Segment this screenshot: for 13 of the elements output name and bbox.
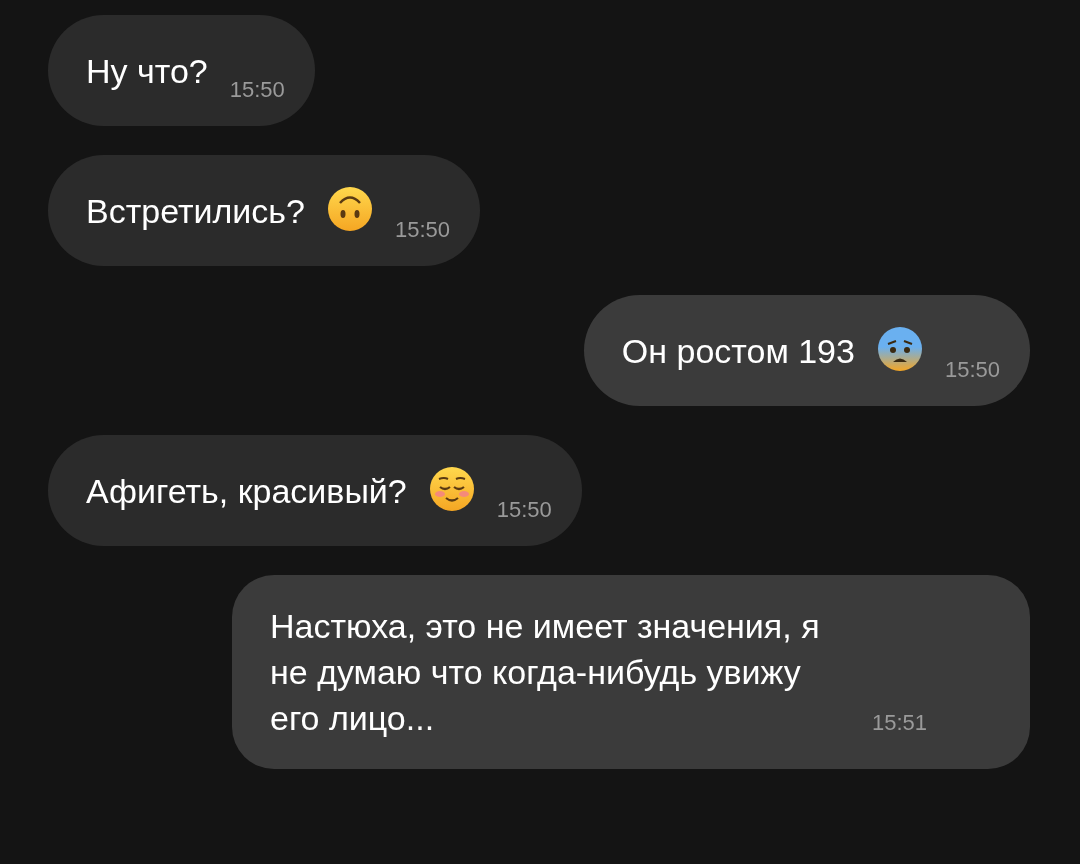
message-time: 15:51: [872, 709, 928, 737]
upside-down-smiley-icon: [326, 185, 373, 232]
message-text: Настюха, это не имеет значения, я не думаю что когда-нибудь увижу его лицо...: [270, 606, 821, 739]
message-text: Встретились?: [86, 190, 305, 232]
message-text: Афигеть, красивый?: [86, 470, 407, 512]
message-time: 15:50: [944, 356, 1000, 384]
message-text: Он ростом 193: [621, 330, 855, 372]
smiling-face-icon: [428, 465, 475, 512]
worried-face-icon: [876, 325, 923, 372]
message-time: 15:50: [394, 216, 451, 244]
message-time: 15:50: [496, 496, 552, 524]
message-time: 15:50: [229, 76, 285, 104]
message-text: Ну что?: [86, 50, 208, 92]
